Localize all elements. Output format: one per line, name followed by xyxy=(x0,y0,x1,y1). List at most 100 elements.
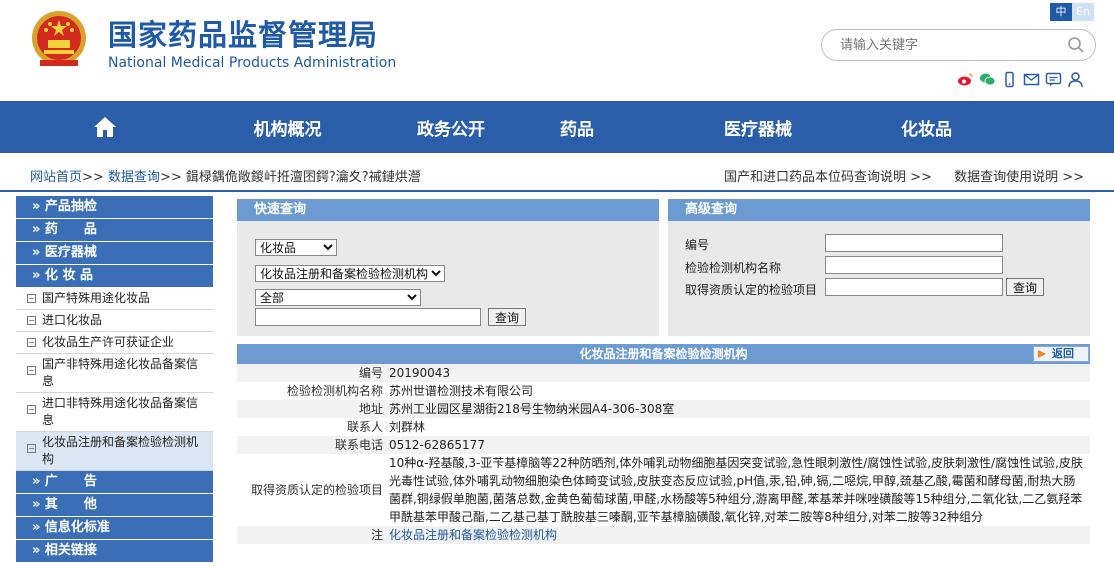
sidebar-item[interactable]: − 化妆品生产许可获证企业 xyxy=(16,332,213,354)
field-label: 联系人 xyxy=(346,420,383,434)
social-links xyxy=(957,71,1084,88)
message-icon[interactable] xyxy=(1045,71,1062,88)
table-row: 取得资质认定的检验项目 10种α-羟基酸,3-亚苄基樟脑等22种防晒剂,体外哺乳动… xyxy=(237,454,1090,526)
site-title-en: National Medical Products Administration xyxy=(108,55,397,71)
table-row: 地址 苏州工业园区星湖街218号生物纳米园A4-306-308室 xyxy=(237,400,1090,418)
drug-code-help-link[interactable]: 国产和进口药品本位码查询说明 >> xyxy=(724,170,932,185)
main-nav: 机构概况 政务公开 药品 医疗器械 化妆品 xyxy=(0,101,1114,153)
search-input[interactable] xyxy=(840,36,1060,54)
mobile-icon[interactable] xyxy=(1001,71,1018,88)
nav-item-devices[interactable]: 医疗器械 xyxy=(617,101,899,153)
field-value: 20190043 xyxy=(389,366,451,380)
sidebar-item[interactable]: − 国产非特殊用途化妆品备案信息 xyxy=(16,354,213,393)
field-value: 10种α-羟基酸,3-亚苄基樟脑等22种防晒剂,体外哺乳动物细胞基因突变试验,急… xyxy=(389,456,1083,524)
field-value: 化妆品注册和备案检验检测机构 xyxy=(389,528,558,542)
adv-org-name-input[interactable] xyxy=(825,256,1003,274)
sidebar-cat-standards[interactable]: » 信息化标准 xyxy=(16,517,213,539)
sidebar-item[interactable]: − 进口化妆品 xyxy=(16,310,213,332)
sidebar-item-label: 进口非特殊用途化妆品备案信息 xyxy=(42,396,199,427)
field-value: 苏州世谱检测技术有限公司 xyxy=(389,384,534,398)
quick-query-button[interactable]: 查询 xyxy=(488,308,527,326)
nav-item-government[interactable]: 政务公开 xyxy=(365,101,537,153)
search-icon[interactable] xyxy=(1067,36,1085,54)
detail-title: 化妆品注册和备案检验检测机构 xyxy=(579,347,748,361)
detail-panel: 化妆品注册和备案检验检测机构 返回 编号 20190043 检验检测机构名称 苏州世… xyxy=(237,344,1090,544)
adv-label-items: 取得资质认定的检验项目 xyxy=(685,283,818,297)
mail-icon[interactable] xyxy=(1023,71,1040,88)
breadcrumb: 网站首页>> 数据查询>> 鍓椂鍝佹敞鍐屽拰澶囨鍔?瀹夊?祴鏈烘瀯 国产和进口药… xyxy=(0,153,1114,192)
sidebar-cat-sampling[interactable]: » 产品抽检 xyxy=(16,196,213,218)
sidebar-item-label: 进口化妆品 xyxy=(42,313,103,327)
table-row: 联系人 刘群林 xyxy=(237,418,1090,436)
site-header: 国家药品监督管理局 National Medical Products Admi… xyxy=(0,0,1114,101)
sidebar-item[interactable]: − 进口非特殊用途化妆品备案信息 xyxy=(16,393,213,432)
table-row: 编号 20190043 xyxy=(237,364,1090,382)
detail-header: 化妆品注册和备案检验检测机构 返回 xyxy=(237,344,1090,364)
sidebar-cat-cosmetics[interactable]: » 化 妆 品 xyxy=(16,265,213,287)
adv-items-input[interactable] xyxy=(825,278,1003,296)
breadcrumb-home-link[interactable]: 网站首页 xyxy=(30,170,82,185)
back-label: 返回 xyxy=(1052,347,1074,360)
field-label: 联系电话 xyxy=(334,438,383,452)
field-label: 检验检测机构名称 xyxy=(286,384,383,398)
field-select[interactable]: 全部 xyxy=(255,289,421,306)
quick-query-panel: 快速查询 化妆品 化妆品注册和备案检验检测机构 全部 查询 xyxy=(237,199,659,336)
advanced-query-button[interactable]: 查询 xyxy=(1006,278,1045,296)
sidebar-item-label: 国产特殊用途化妆品 xyxy=(42,291,151,305)
back-arrow-icon xyxy=(1038,350,1046,358)
sidebar-item-active[interactable]: − 化妆品注册和备案检验检测机构 xyxy=(16,432,213,471)
expand-box-icon: − xyxy=(27,294,36,303)
field-label: 取得资质认定的检验项目 xyxy=(250,483,383,497)
lang-zh-button[interactable]: 中 xyxy=(1050,3,1072,21)
quick-search-input[interactable] xyxy=(255,308,481,326)
nav-home[interactable] xyxy=(0,101,210,153)
sidebar-cat-drugs[interactable]: » 药 品 xyxy=(16,219,213,241)
field-value: 刘群林 xyxy=(389,420,426,434)
breadcrumb-query-link[interactable]: 数据查询 xyxy=(108,170,160,185)
adv-number-input[interactable] xyxy=(825,234,1003,252)
advanced-query-panel: 高级查询 编号 检验检测机构名称 取得资质认定的检验项目 查询 xyxy=(668,199,1090,336)
language-switch: 中 En xyxy=(1050,3,1094,21)
expand-box-icon: − xyxy=(27,338,36,347)
sidebar-cat-devices[interactable]: » 医疗器械 xyxy=(16,242,213,264)
field-label: 地址 xyxy=(358,402,383,416)
breadcrumb-help-links: 国产和进口药品本位码查询说明 >> 数据查询使用说明 >> xyxy=(706,166,1084,185)
sidebar-item-label: 化妆品注册和备案检验检测机构 xyxy=(42,435,199,466)
category-select[interactable]: 化妆品 xyxy=(255,239,337,256)
national-emblem-icon xyxy=(32,11,86,66)
expand-box-icon: − xyxy=(27,405,36,414)
nav-item-cosmetics[interactable]: 化妆品 xyxy=(899,101,954,153)
weibo-icon[interactable] xyxy=(957,71,974,88)
wechat-icon[interactable] xyxy=(979,71,996,88)
field-label: 注 xyxy=(370,528,383,542)
detail-table: 编号 20190043 检验检测机构名称 苏州世谱检测技术有限公司 地址 苏州工业园区… xyxy=(237,364,1090,544)
site-search xyxy=(821,29,1096,61)
breadcrumb-sep: >> xyxy=(159,170,182,185)
sidebar-cat-links[interactable]: » 相关链接 xyxy=(16,540,213,562)
expand-box-icon: − xyxy=(27,316,36,325)
site-title-cn: 国家药品监督管理局 xyxy=(108,18,379,52)
query-usage-help-link[interactable]: 数据查询使用说明 >> xyxy=(954,170,1084,185)
table-row: 注化妆品注册和备案检验检测机构 xyxy=(237,526,1090,544)
table-row: 联系电话 0512-62865177 xyxy=(237,436,1090,454)
sidebar-item[interactable]: − 国产特殊用途化妆品 xyxy=(16,288,213,310)
expand-box-icon: − xyxy=(27,444,36,453)
breadcrumb-sep: >> xyxy=(82,170,104,185)
quick-query-title: 快速查询 xyxy=(237,199,659,221)
lang-en-button[interactable]: En xyxy=(1072,3,1094,21)
sidebar-cat-ads[interactable]: » 广 告 xyxy=(16,471,213,493)
breadcrumb-current: 鍓椂鍝佹敞鍐屽拰澶囨鍔?瀹夊?祴鏈烘瀯 xyxy=(185,170,421,185)
field-value: 苏州工业园区星湖街218号生物纳米园A4-306-308室 xyxy=(389,402,675,416)
sidebar-item-label: 国产非特殊用途化妆品备案信息 xyxy=(42,357,199,388)
nav-item-drugs[interactable]: 药品 xyxy=(537,101,617,153)
expand-box-icon: − xyxy=(27,366,36,375)
nav-item-about[interactable]: 机构概况 xyxy=(210,101,365,153)
sidebar: » 产品抽检 » 药 品 » 医疗器械 » 化 妆 品 − 国产特殊用途化妆品 −… xyxy=(16,196,213,563)
user-icon[interactable] xyxy=(1067,71,1084,88)
sidebar-cat-other[interactable]: » 其 他 xyxy=(16,494,213,516)
database-select[interactable]: 化妆品注册和备案检验检测机构 xyxy=(255,265,445,282)
field-label: 编号 xyxy=(358,366,383,380)
back-button[interactable]: 返回 xyxy=(1033,346,1089,362)
sidebar-item-label: 化妆品生产许可获证企业 xyxy=(42,335,175,349)
adv-label-number: 编号 xyxy=(685,238,710,252)
